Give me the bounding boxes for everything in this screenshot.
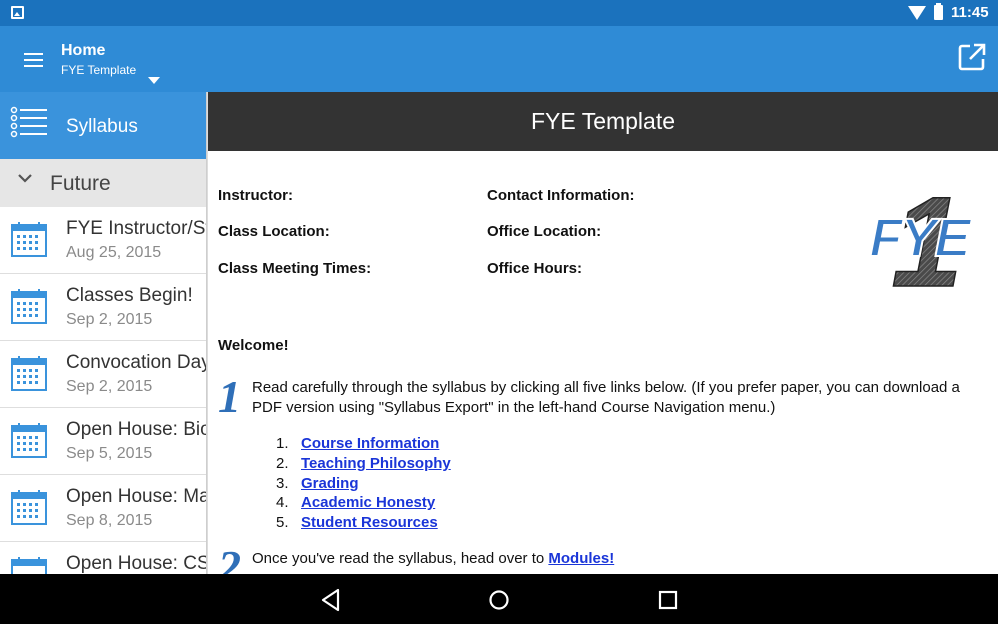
course-information-link[interactable]: Course Information — [301, 435, 439, 452]
navigation-bar — [0, 574, 998, 624]
chevron-down-icon — [18, 174, 32, 183]
list-item[interactable]: Open House: CSS — [0, 542, 206, 574]
dropdown-arrow-icon[interactable] — [144, 74, 164, 88]
sidebar-item-syllabus[interactable]: Syllabus — [0, 92, 206, 159]
office-hours-label: Office Hours: — [487, 260, 583, 277]
academic-honesty-link[interactable]: Academic Honesty — [301, 494, 435, 511]
calendar-icon — [11, 356, 47, 391]
office-location-label: Office Location: — [487, 223, 602, 240]
app-root: 11:45 Home FYE Template Syllabus Future … — [0, 0, 998, 624]
event-title: Open House: Biology — [66, 419, 206, 440]
wifi-icon — [908, 6, 926, 20]
fye-logo: 1 FYE — [868, 170, 975, 293]
sidebar-item-label: Syllabus — [66, 116, 138, 137]
list-icon — [10, 106, 47, 138]
image-icon — [11, 6, 24, 19]
section-header-future[interactable]: Future — [0, 159, 206, 207]
step-one-number: 1 — [218, 371, 241, 422]
svg-text:FYE: FYE — [869, 208, 972, 268]
list-item: 4. Academic Honesty — [276, 494, 436, 512]
calendar-icon — [11, 490, 47, 525]
calendar-icon — [11, 557, 47, 574]
event-date: Sep 2, 2015 — [66, 378, 153, 395]
event-date: Sep 2, 2015 — [66, 311, 153, 328]
list-item[interactable]: Open House: Math Sep 8, 2015 — [0, 475, 206, 542]
step-two-text: Once you've read the syllabus, head over… — [252, 550, 615, 567]
calendar-icon — [11, 423, 47, 458]
content-header: FYE Template — [208, 92, 998, 151]
modules-link[interactable]: Modules! — [548, 550, 614, 567]
student-resources-link[interactable]: Student Resources — [301, 514, 438, 531]
app-bar: Home FYE Template — [0, 26, 998, 92]
hamburger-menu-icon[interactable] — [16, 46, 52, 74]
app-title: Home — [61, 42, 106, 59]
syllabus-link-list: 1. Course Information 2. Teaching Philosop… — [276, 435, 451, 534]
event-date: Sep 5, 2015 — [66, 445, 153, 462]
list-item: 3. Grading — [276, 474, 359, 492]
teaching-philosophy-link[interactable]: Teaching Philosophy — [301, 455, 451, 472]
course-subtitle[interactable]: FYE Template — [61, 63, 136, 77]
event-title: FYE Instructor/Student — [66, 218, 206, 239]
recents-square-icon[interactable] — [655, 587, 681, 613]
class-location-label: Class Location: — [218, 223, 330, 240]
calendar-icon — [11, 222, 47, 257]
list-item[interactable]: Convocation Day Sep 2, 2015 — [0, 341, 206, 408]
step-two-number: 2 — [218, 541, 241, 574]
event-title: Classes Begin! — [66, 285, 193, 306]
event-title: Open House: Math — [66, 486, 206, 507]
event-title: Open House: CSS — [66, 553, 206, 574]
list-item: 1. Course Information — [276, 435, 440, 452]
calendar-icon — [11, 289, 47, 324]
event-date: Sep 8, 2015 — [66, 512, 153, 529]
contact-label: Contact Information: — [487, 187, 635, 204]
welcome-heading: Welcome! — [218, 337, 289, 354]
page-title: FYE Template — [530, 108, 676, 134]
section-label: Future — [50, 172, 111, 195]
instructor-label: Instructor: — [218, 187, 293, 204]
list-item[interactable]: FYE Instructor/Student Aug 25, 2015 — [0, 207, 206, 274]
battery-icon — [934, 3, 943, 20]
home-circle-icon[interactable] — [486, 587, 512, 613]
syllabus-content: FYE Template Instructor: Contact Informa… — [208, 92, 998, 574]
back-triangle-icon[interactable] — [318, 587, 344, 613]
status-clock: 11:45 — [951, 4, 989, 21]
step-one-text: Read carefully through the syllabus by c… — [252, 379, 960, 416]
event-title: Convocation Day — [66, 352, 206, 373]
list-item: 2. Teaching Philosophy — [276, 454, 451, 472]
list-item[interactable]: Classes Begin! Sep 2, 2015 — [0, 274, 206, 341]
status-bar: 11:45 — [0, 0, 998, 26]
event-date: Aug 25, 2015 — [66, 244, 162, 261]
list-item: 5. Student Resources — [276, 514, 438, 532]
open-external-icon[interactable] — [955, 40, 989, 74]
meeting-times-label: Class Meeting Times: — [218, 260, 372, 277]
course-navigation-sidebar: Syllabus Future FYE Instructor/Student — [0, 92, 206, 574]
list-item[interactable]: Open House: Biology Sep 5, 2015 — [0, 408, 206, 475]
grading-link[interactable]: Grading — [301, 475, 359, 492]
